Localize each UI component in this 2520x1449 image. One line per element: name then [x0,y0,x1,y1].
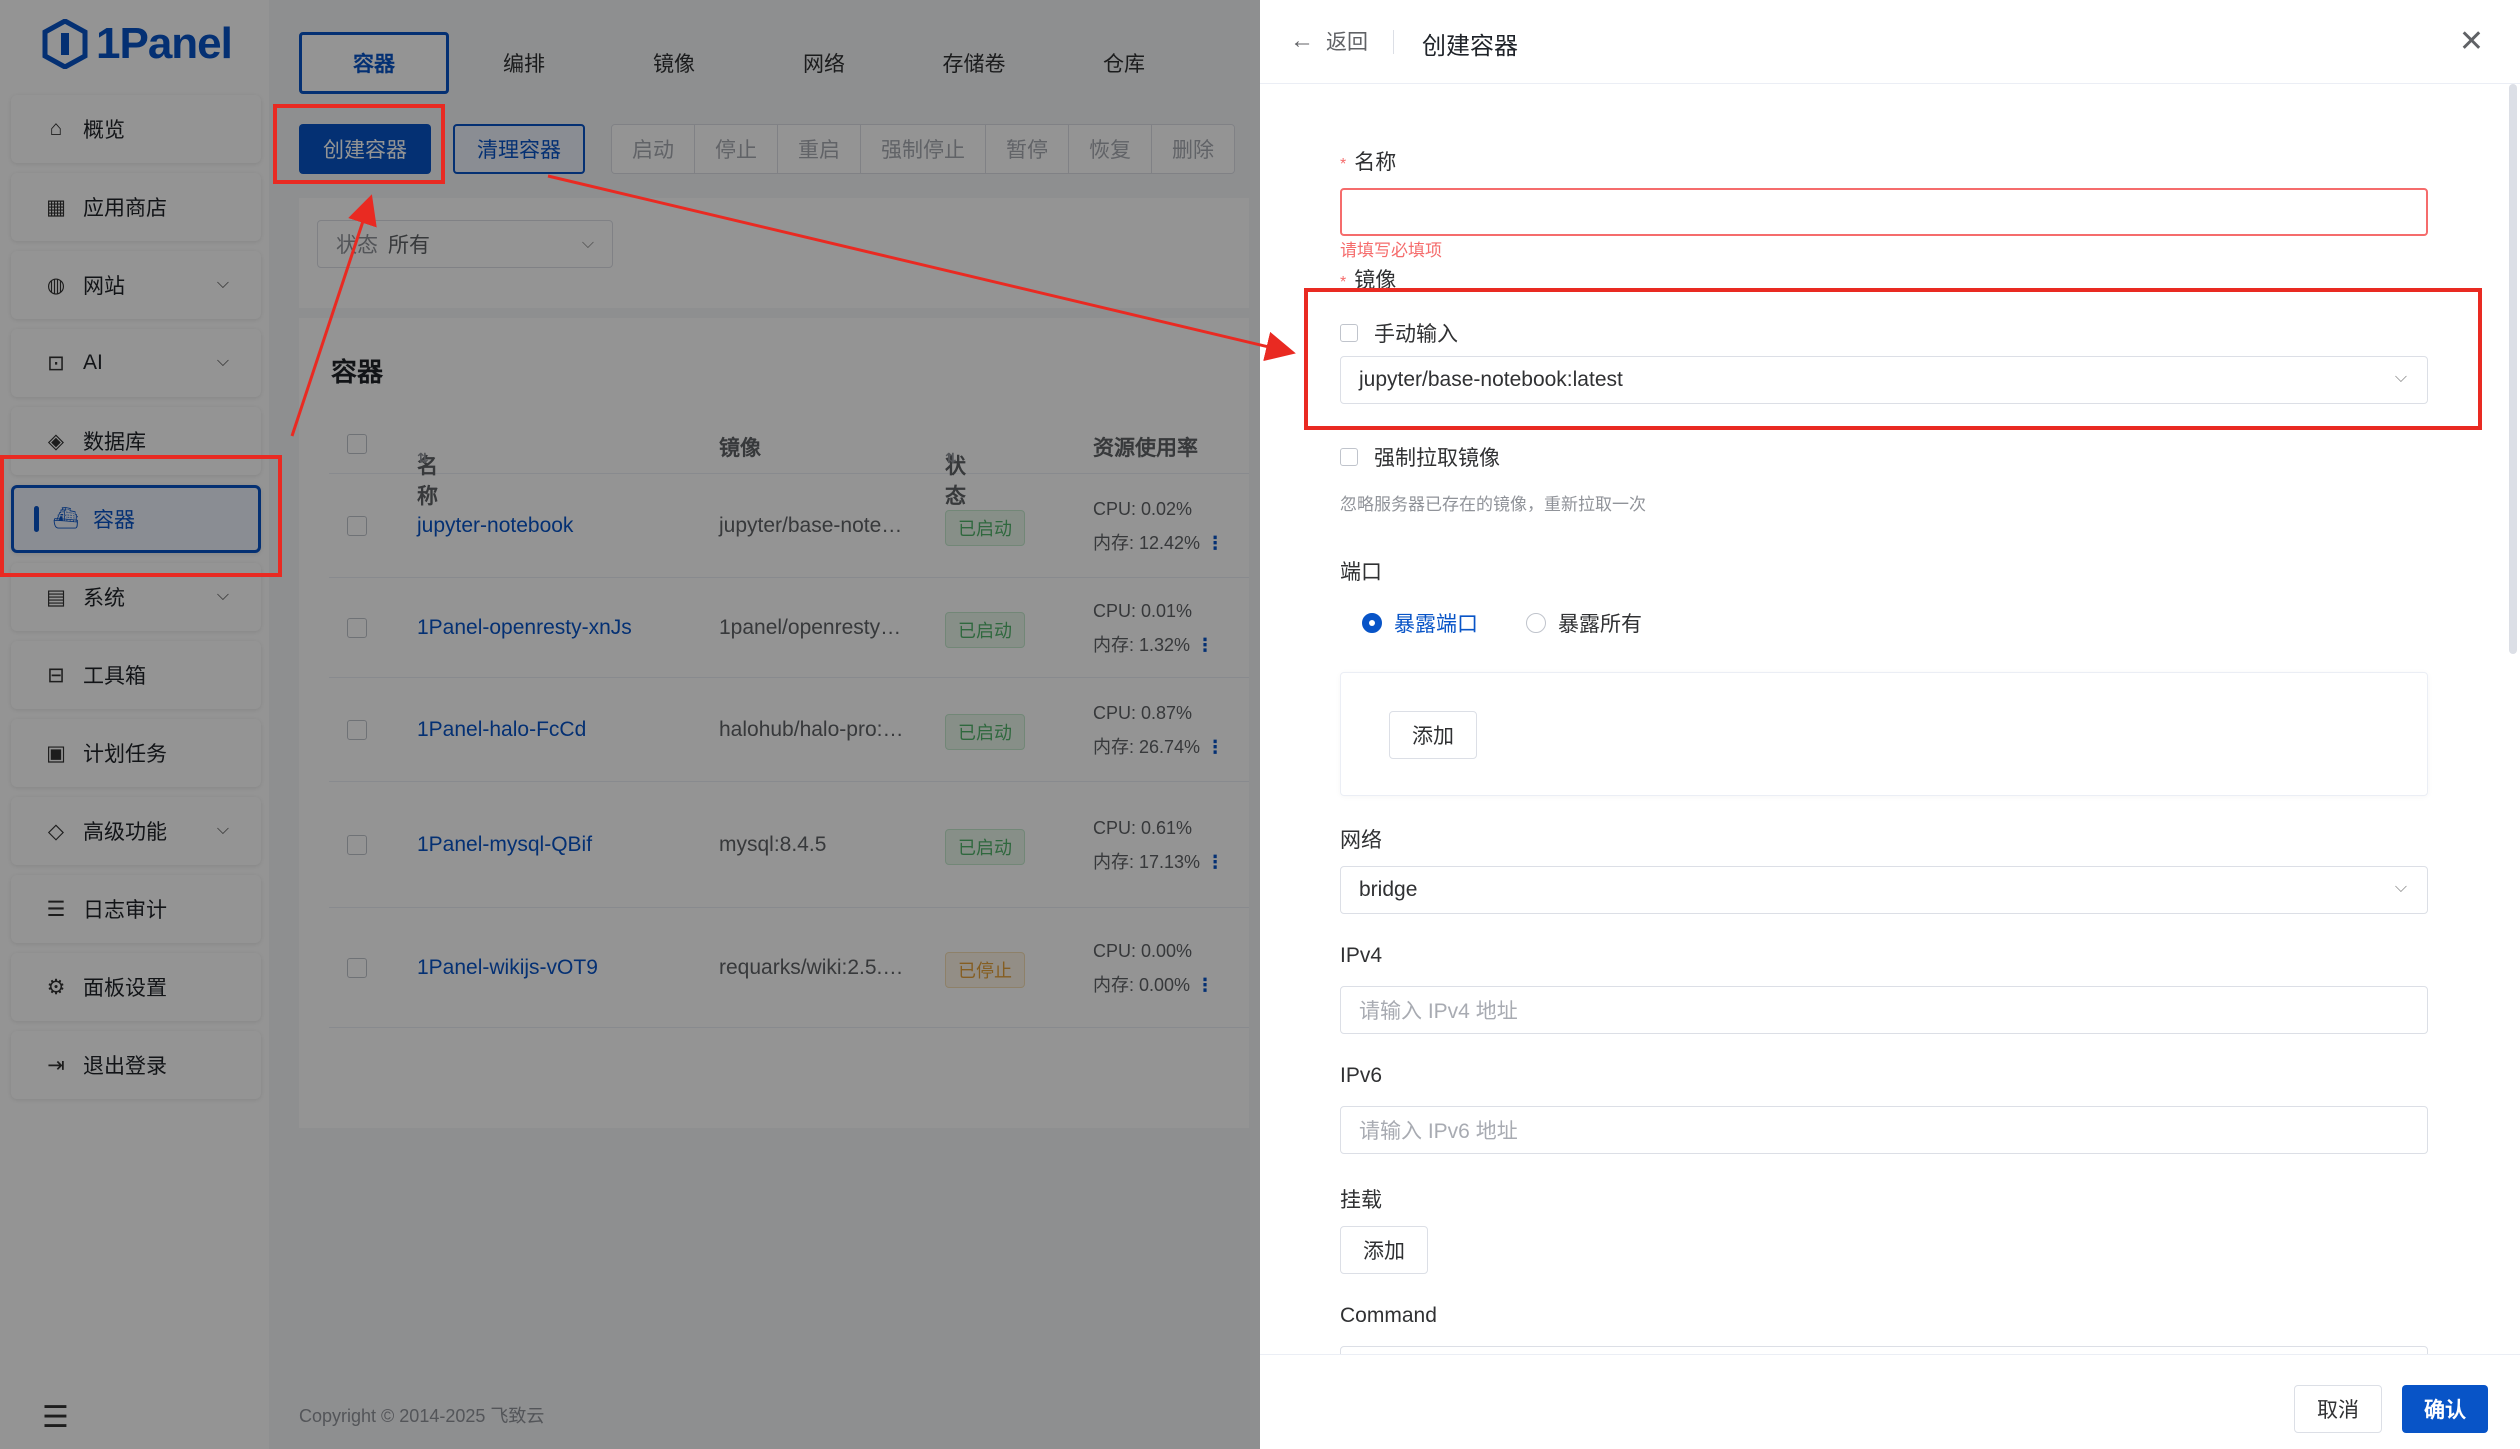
back-label: 返回 [1326,31,1368,54]
expose-port-radio[interactable]: 暴露端口 [1362,608,1478,638]
confirm-button[interactable]: 确认 [2402,1385,2488,1433]
network-label: 网络 [1340,829,1382,852]
annotation-box-container-menu [0,455,282,577]
annotation-box-create-button [273,104,445,184]
arrow-left-icon: ← [1290,27,1314,54]
modal-overlay[interactable] [0,0,1260,1449]
app-background: 1Panel ⌂ 概览 ▦ 应用商店 ◍ 网站 ⌵ ⊡ AI ⌵ ◈ 数据库 ⛴ 容器 ▤ 系统 ⌵ ⊟ 工具箱 ▣ 计… [0,0,1260,1449]
ipv4-label: IPv4 [1340,944,1383,967]
ipv4-input[interactable]: 请输入 IPv4 地址 [1340,986,2428,1034]
checkbox-box [1340,448,1358,466]
mount-label: 挂载 [1340,1189,1382,1212]
radio-dot [1526,613,1546,633]
chevron-down-icon: ⌵ [2394,879,2407,896]
force-pull-hint: 忽略服务器已存在的镜像，重新拉取一次 [1340,495,1646,514]
command-input[interactable] [1340,1346,2428,1354]
expose-all-label: 暴露所有 [1558,613,1642,636]
drawer-footer: 取消 确认 [1260,1354,2520,1449]
network-select-value: bridge [1359,878,1418,901]
close-icon[interactable]: ✕ [2459,24,2484,59]
name-label-text: 名称 [1354,151,1397,174]
drawer-scrollbar[interactable] [2509,84,2517,654]
create-container-drawer: ← 返回 创建容器 ✕ * 名称 请填写必填项 * 镜像 手动输入 jupyter/… [1260,0,2520,1449]
name-label: * 名称 [1340,146,1396,176]
radio-dot [1362,613,1382,633]
back-button[interactable]: ← 返回 [1290,26,1368,56]
ipv4-placeholder: 请输入 IPv4 地址 [1359,1000,1518,1023]
required-mark: * [1340,156,1347,173]
name-input[interactable] [1340,188,2428,236]
annotation-box-image-field [1304,288,2482,430]
expose-all-radio[interactable]: 暴露所有 [1526,608,1642,638]
expose-port-label: 暴露端口 [1394,613,1478,636]
command-label: Command [1340,1304,1437,1327]
force-pull-label: 强制拉取镜像 [1374,447,1500,470]
drawer-header: ← 返回 创建容器 ✕ [1260,0,2520,84]
ipv6-label: IPv6 [1340,1064,1383,1087]
cancel-button[interactable]: 取消 [2294,1385,2382,1433]
ipv6-placeholder: 请输入 IPv6 地址 [1359,1120,1518,1143]
ports-card: 添加 [1340,672,2428,796]
add-mount-button[interactable]: 添加 [1340,1226,1428,1274]
create-container-form: * 名称 请填写必填项 * 镜像 手动输入 jupyter/base-noteboo… [1260,84,2520,1354]
force-pull-checkbox[interactable]: 强制拉取镜像 [1340,442,1500,472]
port-label: 端口 [1340,561,1382,584]
add-port-button[interactable]: 添加 [1389,711,1477,759]
network-select[interactable]: bridge ⌵ [1340,866,2428,914]
ipv6-input[interactable]: 请输入 IPv6 地址 [1340,1106,2428,1154]
header-divider [1393,30,1394,54]
name-error-text: 请填写必填项 [1340,241,1442,260]
drawer-title: 创建容器 [1422,33,1518,60]
